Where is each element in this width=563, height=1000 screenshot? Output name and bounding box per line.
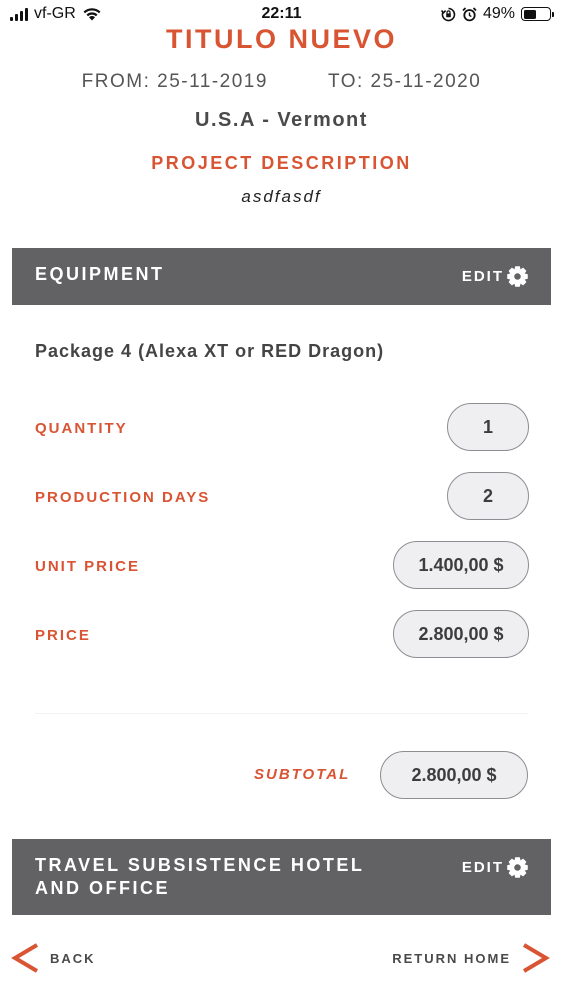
travel-title-line1: TRAVEL SUBSISTENCE HOTEL (35, 855, 365, 875)
divider (35, 713, 528, 714)
chevron-right-icon (522, 943, 550, 973)
to-date: TO: 25-11-2020 (327, 71, 482, 92)
location: U.S.A - Vermont (195, 109, 368, 131)
back-button[interactable]: BACK (10, 942, 96, 974)
production-days-value[interactable]: 2 (447, 472, 529, 520)
from-date: FROM: 25-11-2019 (81, 71, 268, 92)
unit-price-value[interactable]: 1.400,00 $ (393, 541, 529, 589)
equipment-title: EQUIPMENT (35, 264, 165, 284)
price-label: PRICE (35, 627, 91, 644)
edit-label: EDIT (461, 268, 504, 285)
return-home-label: RETURN HOME (392, 950, 511, 966)
back-label: BACK (50, 950, 96, 966)
bottom-navigation: BACK RETURN HOME (0, 915, 563, 1000)
production-days-label: PRODUCTION DAYS (35, 489, 211, 506)
subtotal-value: 2.800,00 $ (380, 751, 528, 799)
edit-label: EDIT (461, 859, 504, 876)
quantity-label: QUANTITY (35, 420, 128, 437)
project-description-label: PROJECT DESCRIPTION (151, 153, 412, 173)
alarm-icon (462, 6, 477, 21)
status-right: 49% (440, 5, 554, 23)
travel-title-line2: AND OFFICE (35, 878, 170, 898)
return-home-button[interactable]: RETURN HOME (392, 942, 551, 974)
date-range: FROM: 25-11-2019 TO: 25-11-2020 (0, 71, 563, 93)
chevron-left-icon (11, 943, 39, 973)
orientation-lock-icon (440, 7, 456, 21)
project-description: asdfasdf (241, 187, 322, 206)
travel-edit-button[interactable]: EDIT (462, 856, 529, 879)
package-name: Package 4 (Alexa XT or RED Dragon) (35, 341, 385, 361)
equipment-edit-button[interactable]: EDIT (462, 265, 529, 288)
unit-price-label: UNIT PRICE (35, 558, 141, 575)
quantity-value[interactable]: 1 (447, 403, 529, 451)
page-title: TITULO NUEVO (166, 24, 397, 54)
gear-icon (507, 857, 528, 878)
subtotal-label: SUBTOTAL (254, 766, 351, 783)
price-value[interactable]: 2.800,00 $ (393, 610, 529, 658)
equipment-section-header: EQUIPMENT EDIT (12, 248, 551, 305)
battery-icon (521, 7, 554, 21)
travel-title: TRAVEL SUBSISTENCE HOTEL AND OFFICE (35, 854, 364, 900)
gear-icon (507, 266, 528, 287)
battery-percent: 49% (482, 5, 515, 22)
